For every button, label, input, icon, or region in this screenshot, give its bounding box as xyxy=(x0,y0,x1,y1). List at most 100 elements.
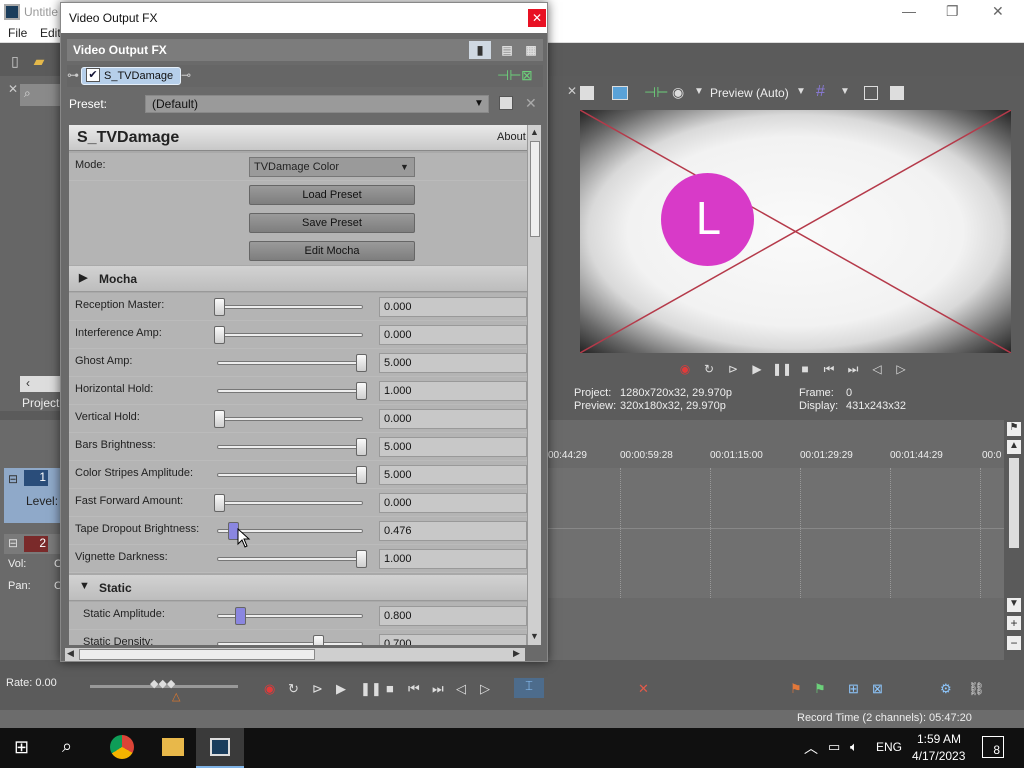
go-to-end-icon[interactable]: ⏭ xyxy=(844,360,862,378)
fx-scroll-up-icon[interactable]: ▲ xyxy=(530,127,539,137)
view-grid-icon[interactable]: ▦ xyxy=(521,41,541,59)
new-file-icon[interactable]: ▯ xyxy=(6,52,24,70)
preview-close-icon[interactable]: ✕ xyxy=(567,84,577,98)
next-frame-icon[interactable]: ▷ xyxy=(892,360,910,378)
copy-snapshot-icon[interactable] xyxy=(864,86,878,100)
fx-close-button[interactable]: ✕ xyxy=(528,9,546,27)
fx-enabled-checkbox[interactable]: ✔ xyxy=(86,68,100,82)
clock-date[interactable]: 4/17/2023 xyxy=(912,749,965,763)
expand-down-icon[interactable]: ▼ xyxy=(79,580,90,592)
video-track-header[interactable]: ⊟ 1 Level: xyxy=(4,468,62,523)
language-indicator[interactable]: ENG xyxy=(876,740,902,754)
loop-icon[interactable]: ↻ xyxy=(700,360,718,378)
windows-start-icon[interactable]: ⊞ xyxy=(14,737,29,758)
param-value-field[interactable]: 0.000 xyxy=(379,493,527,513)
timeline-ruler[interactable]: 00:44:29 00:00:59:28 00:01:15:00 00:01:2… xyxy=(548,450,1006,466)
zoom-out-icon[interactable]: − xyxy=(1007,636,1021,650)
normal-edit-tool-icon[interactable]: ⌶ xyxy=(514,678,544,698)
param-value-field[interactable]: 0.000 xyxy=(379,325,527,345)
param-slider[interactable] xyxy=(217,438,367,456)
param-value-field[interactable]: 0.476 xyxy=(379,521,527,541)
param-slider[interactable] xyxy=(217,354,367,372)
timeline-scroll-thumb[interactable] xyxy=(1009,458,1019,548)
param-slider-thumb[interactable] xyxy=(214,298,225,316)
fx-vertical-scrollbar[interactable]: ▲ ▼ xyxy=(527,125,541,645)
timeline-vertical-scrollbar[interactable]: ⚑ ▲ ▼ + − xyxy=(1004,420,1024,660)
external-monitor-icon[interactable] xyxy=(612,86,628,100)
project-tab[interactable]: Project xyxy=(22,396,59,410)
tl-play-from-start-icon[interactable]: ⊳ xyxy=(312,681,323,697)
vegas-taskbar-item[interactable] xyxy=(196,728,244,768)
overlay-dropdown-icon[interactable]: ▼ xyxy=(694,86,704,97)
param-value-field[interactable]: 0.800 xyxy=(379,606,527,626)
param-slider-thumb[interactable] xyxy=(313,635,324,645)
param-slider-thumb[interactable] xyxy=(214,410,225,428)
mode-dropdown[interactable]: TVDamage Color ▼ xyxy=(249,157,415,177)
param-slider-thumb[interactable] xyxy=(356,382,367,400)
record-icon[interactable]: ◉ xyxy=(676,360,694,378)
param-slider-thumb[interactable] xyxy=(356,438,367,456)
param-slider-thumb[interactable] xyxy=(235,607,246,625)
clock-time[interactable]: 1:59 AM xyxy=(917,732,961,746)
overlay-icon[interactable]: ◉ xyxy=(672,84,684,101)
fx-scroll-down-icon[interactable]: ▼ xyxy=(530,631,539,641)
save-snapshot-icon[interactable] xyxy=(890,86,904,100)
preview-properties-icon[interactable] xyxy=(580,86,594,100)
plugin-chain-icon[interactable]: ⊣⊢ xyxy=(497,67,521,84)
play-icon[interactable]: ▶ xyxy=(748,360,766,378)
param-slider-thumb[interactable] xyxy=(214,494,225,512)
preset-chevron-down-icon[interactable]: ▼ xyxy=(474,96,484,112)
preview-quality-dropdown[interactable]: Preview (Auto) xyxy=(710,86,789,100)
tl-pause-icon[interactable]: ❚❚ xyxy=(360,681,382,697)
auto-crossfade-icon[interactable]: ⊠ xyxy=(872,681,883,697)
menu-file[interactable]: File xyxy=(8,26,27,40)
param-slider[interactable] xyxy=(217,607,363,625)
param-value-field[interactable]: 5.000 xyxy=(379,437,527,457)
param-slider[interactable] xyxy=(217,635,363,645)
menu-edit[interactable]: Edit xyxy=(40,26,61,40)
notification-center[interactable]: 8 xyxy=(982,736,1004,758)
network-icon[interactable]: ▭ xyxy=(828,739,840,755)
tl-record-icon[interactable]: ◉ xyxy=(264,681,275,697)
lock-envelopes-icon[interactable]: ⛓ xyxy=(968,681,985,697)
quality-dropdown-icon[interactable]: ▼ xyxy=(796,86,806,97)
mocha-section[interactable]: ▶ Mocha xyxy=(69,266,527,292)
delete-icon[interactable]: ✕ xyxy=(638,681,649,697)
zoom-in-icon[interactable]: + xyxy=(1007,616,1021,630)
edit-mocha-button[interactable]: Edit Mocha xyxy=(249,241,415,261)
scroll-down-icon[interactable]: ▼ xyxy=(1007,598,1021,612)
fx-scroll-thumb[interactable] xyxy=(530,141,540,237)
timeline-area[interactable] xyxy=(548,468,1006,598)
param-value-field[interactable]: 1.000 xyxy=(379,549,527,569)
file-explorer-icon[interactable] xyxy=(162,738,184,756)
stop-icon[interactable]: ■ xyxy=(796,360,814,378)
tl-go-start-icon[interactable]: ⏮ xyxy=(408,681,420,697)
prev-frame-icon[interactable]: ◁ xyxy=(868,360,886,378)
tl-next-frame-icon[interactable]: ▷ xyxy=(480,681,490,697)
volume-icon[interactable]: 🔈︎ xyxy=(850,739,858,755)
marker-icon[interactable]: ⚑ xyxy=(1007,422,1021,436)
param-slider-thumb[interactable] xyxy=(356,354,367,372)
tray-chevron-up-icon[interactable]: ︿ xyxy=(804,738,818,758)
minimize-button[interactable]: — xyxy=(902,3,916,19)
param-value-field[interactable]: 0.000 xyxy=(379,409,527,429)
param-value-field[interactable]: 0.000 xyxy=(379,297,527,317)
param-slider-thumb[interactable] xyxy=(214,326,225,344)
static-section[interactable]: ▼ Static xyxy=(69,575,527,601)
param-slider[interactable] xyxy=(214,298,363,316)
fx-scroll-right-icon[interactable]: ▶ xyxy=(513,648,520,659)
fx-hscroll-thumb[interactable] xyxy=(79,649,315,660)
play-from-start-icon[interactable]: ⊳ xyxy=(724,360,742,378)
insert-marker-icon[interactable]: ⚑ xyxy=(790,681,802,697)
param-slider[interactable] xyxy=(214,494,363,512)
track-collapse-icon[interactable]: ⊟ xyxy=(8,472,18,486)
split-screen-icon[interactable]: ⊣⊢ xyxy=(644,84,668,101)
open-folder-icon[interactable]: ▰ xyxy=(30,52,48,70)
tl-prev-frame-icon[interactable]: ◁ xyxy=(456,681,466,697)
explorer-scroll-left[interactable]: ‹ xyxy=(20,376,60,392)
tl-loop-icon[interactable]: ↻ xyxy=(288,681,299,697)
audio-track-header[interactable]: ⊟ 2 xyxy=(4,534,62,554)
param-value-field[interactable]: 1.000 xyxy=(379,381,527,401)
param-slider-thumb[interactable] xyxy=(356,466,367,484)
save-preset-button[interactable]: Save Preset xyxy=(249,213,415,233)
